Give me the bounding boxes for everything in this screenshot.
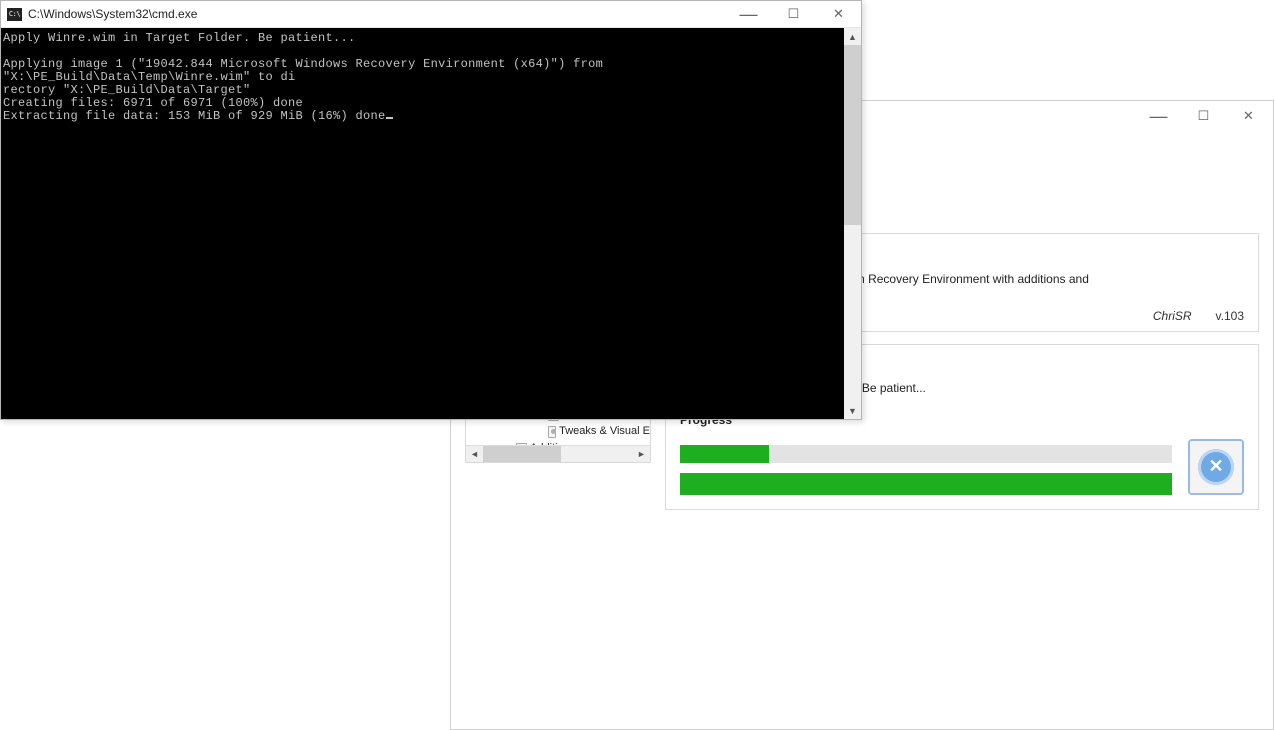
close-button[interactable]: ✕: [1226, 102, 1271, 130]
scroll-left-icon[interactable]: ◄: [466, 446, 483, 463]
progress-bar-1: [680, 445, 1172, 463]
cmd-minimize-button[interactable]: —: [726, 1, 771, 27]
minimize-button[interactable]: —: [1136, 102, 1181, 130]
cmd-output: Apply Winre.wim in Target Folder. Be pat…: [1, 28, 844, 419]
cmd-window: C:\ C:\Windows\System32\cmd.exe — ☐ ✕ Ap…: [0, 0, 862, 420]
cmd-titlebar[interactable]: C:\ C:\Windows\System32\cmd.exe — ☐ ✕: [1, 1, 861, 28]
core-author: ChriSR: [1153, 309, 1192, 323]
cmd-scroll-thumb[interactable]: [844, 45, 861, 225]
cancel-button[interactable]: ✕: [1188, 439, 1244, 495]
page-icon: [548, 426, 556, 438]
tree-item-label: Tweaks & Visual E: [559, 423, 650, 440]
tree-item[interactable]: Tweaks & Visual E: [468, 423, 650, 440]
cmd-title: C:\Windows\System32\cmd.exe: [28, 7, 197, 21]
core-version: v.103: [1216, 309, 1244, 323]
cmd-close-button[interactable]: ✕: [816, 1, 861, 27]
cmd-scrollbar[interactable]: ▲ ▼: [844, 28, 861, 419]
tree-hscroll[interactable]: ◄ ►: [466, 445, 650, 462]
cmd-maximize-button[interactable]: ☐: [771, 1, 816, 27]
cmd-icon: C:\: [7, 8, 22, 21]
cancel-icon: ✕: [1198, 449, 1234, 485]
progress-bar-2: [680, 473, 1172, 495]
scroll-thumb[interactable]: [483, 446, 561, 463]
scroll-right-icon[interactable]: ►: [633, 446, 650, 463]
maximize-button[interactable]: ☐: [1181, 102, 1226, 130]
scroll-down-icon[interactable]: ▼: [844, 402, 861, 419]
scroll-up-icon[interactable]: ▲: [844, 28, 861, 45]
